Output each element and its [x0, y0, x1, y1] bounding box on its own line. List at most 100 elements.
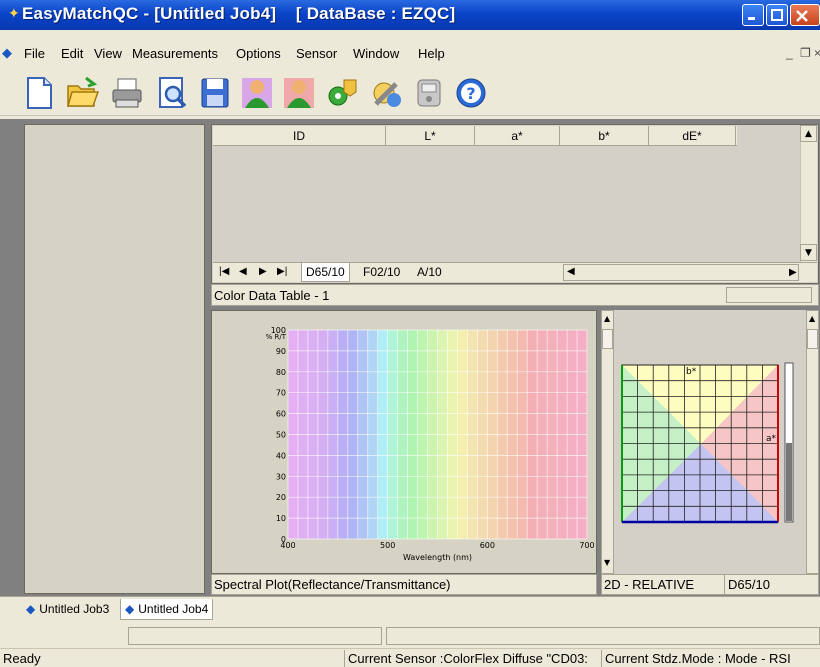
scroll-up-arrow-icon[interactable]: ▲ — [604, 314, 610, 323]
menu-options[interactable]: Options — [236, 46, 281, 61]
plot-caption: Spectral Plot(Reflectance/Transmittance) — [214, 577, 451, 592]
scroll-thumb[interactable] — [807, 329, 818, 349]
y-tick-label: 50 — [276, 431, 286, 440]
document-menu-icon[interactable]: ◆ — [2, 45, 12, 61]
window-title: EasyMatchQC - [Untitled Job4] [ DataBase… — [22, 4, 456, 23]
standard-icon[interactable] — [240, 76, 274, 110]
close-icon — [796, 10, 808, 22]
sheet-tab-d65[interactable]: D65/10 — [301, 263, 350, 282]
scroll-down-arrow-icon[interactable]: ▼ — [800, 244, 817, 261]
y-tick-label: 90 — [276, 347, 286, 356]
color-data-table[interactable]: ID L* a* b* dE* ▲ ▼ |◀ ◀ ▶ ▶| D65/10 F02… — [211, 124, 819, 284]
mdi-close-icon[interactable]: × — [814, 46, 820, 60]
y-axis-label: % R/T — [266, 333, 287, 341]
a-axis-label: a* — [766, 434, 777, 444]
maximize-button[interactable] — [766, 4, 788, 26]
menu-view[interactable]: View — [94, 46, 122, 61]
document-tab-bar: ◆ Untitled Job3 ◆ Untitled Job4 — [0, 596, 820, 623]
doc-tab-label: Untitled Job3 — [39, 602, 110, 616]
print-icon[interactable] — [110, 76, 144, 110]
column-header-b[interactable]: b* — [560, 129, 648, 143]
y-tick-label: 70 — [276, 389, 286, 398]
sheet-tab-strip: |◀ ◀ ▶ ▶| D65/10 F02/10 A/10 ◀ ▶ — [213, 262, 817, 282]
status-row — [0, 623, 820, 647]
ab-2d-plot: b* a* — [621, 362, 794, 524]
table-caption-bar: Color Data Table - 1 — [211, 284, 819, 306]
help-icon[interactable]: ? — [454, 76, 488, 110]
scroll-down-arrow-icon[interactable]: ▼ — [604, 558, 610, 567]
job-tree-pane[interactable] — [24, 124, 205, 594]
print-preview-icon[interactable] — [155, 76, 189, 110]
svg-text:?: ? — [466, 84, 475, 103]
sheet-tab-f02[interactable]: F02/10 — [359, 265, 404, 279]
table-caption: Color Data Table - 1 — [214, 288, 330, 303]
2d-plot-scrollbar[interactable]: ▲ — [806, 310, 819, 574]
y-tick-label: 80 — [276, 368, 286, 377]
sensor-icon[interactable] — [412, 76, 446, 110]
spectral-plot-pane[interactable]: 0 10 20 30 40 50 60 70 80 90 100 400 500 600 700% R/T W… — [211, 310, 597, 574]
plot-vertical-scrollbar[interactable]: ▲ ▼ — [601, 310, 614, 574]
job-icon: ◆ — [26, 602, 36, 616]
status-field — [128, 627, 382, 645]
column-header-de[interactable]: dE* — [649, 129, 735, 143]
menu-window[interactable]: Window — [353, 46, 399, 61]
doc-tab-job3[interactable]: ◆ Untitled Job3 — [22, 599, 113, 620]
x-axis-label: Wavelength (nm) — [403, 553, 472, 562]
sample-icon[interactable] — [282, 76, 316, 110]
b-axis-label: b* — [686, 367, 697, 377]
tools-icon[interactable] — [370, 76, 404, 110]
close-button[interactable] — [790, 4, 820, 26]
illuminant-label: D65/10 — [724, 575, 770, 594]
app-logo-icon[interactable]: ✦ — [8, 6, 20, 22]
status-sensor: Current Sensor :ColorFlex Diffuse "CD03: — [344, 650, 601, 667]
menu-file[interactable]: File — [24, 46, 45, 61]
first-sheet-icon[interactable]: |◀ — [219, 266, 229, 277]
title-bar: ✦ EasyMatchQC - [Untitled Job4] [ DataBa… — [0, 0, 820, 30]
menu-bar: ◆ File Edit View Measurements Options Se… — [0, 44, 820, 64]
status-stdz-mode: Current Stdz.Mode : Mode - RSI — [601, 650, 820, 667]
doc-tab-job4[interactable]: ◆ Untitled Job4 — [120, 599, 214, 620]
new-document-icon[interactable] — [22, 76, 56, 110]
mdi-minimize-icon[interactable]: _ — [786, 46, 793, 60]
column-header-a[interactable]: a* — [475, 129, 559, 143]
menu-edit[interactable]: Edit — [61, 46, 83, 61]
sheet-tab-a10[interactable]: A/10 — [413, 265, 446, 279]
mdi-restore-icon[interactable]: ❐ — [800, 46, 811, 60]
y-tick-label: 60 — [276, 410, 286, 419]
last-sheet-icon[interactable]: ▶| — [277, 266, 287, 277]
open-folder-icon[interactable] — [66, 76, 100, 110]
table-vertical-scrollbar[interactable]: ▲ ▼ — [800, 125, 817, 262]
menu-sensor[interactable]: Sensor — [296, 46, 337, 61]
minimize-icon — [748, 17, 755, 20]
job-icon: ◆ — [125, 602, 135, 616]
y-tick-label: 30 — [276, 472, 286, 481]
toolbar: ? — [0, 70, 820, 116]
prev-sheet-icon[interactable]: ◀ — [239, 266, 247, 277]
scroll-right-arrow-icon[interactable]: ▶ — [789, 267, 797, 278]
lightness-bar-dark — [786, 443, 792, 521]
table-header: ID L* a* b* dE* — [213, 126, 737, 146]
column-divider[interactable] — [735, 126, 736, 146]
status-field — [386, 627, 820, 645]
product-setup-icon[interactable] — [326, 76, 360, 110]
scroll-left-arrow-icon[interactable]: ◀ — [567, 266, 575, 277]
scroll-thumb[interactable] — [602, 329, 613, 349]
spectral-plot-chart: 0102030405060708090100400 500 600 700% R/TW… — [266, 326, 595, 562]
scroll-up-arrow-icon[interactable]: ▲ — [800, 125, 817, 142]
plot-mode-label: 2D - RELATIVE — [604, 577, 695, 592]
scroll-up-arrow-icon[interactable]: ▲ — [809, 314, 815, 323]
table-horizontal-scrollbar[interactable]: ◀ — [563, 264, 799, 281]
menu-measurements[interactable]: Measurements — [132, 46, 218, 61]
2d-caption-bar: 2D - RELATIVE D65/10 — [601, 574, 819, 595]
save-disk-icon[interactable] — [198, 76, 232, 110]
menu-help[interactable]: Help — [418, 46, 445, 61]
caption-status-box — [726, 287, 812, 303]
column-header-l[interactable]: L* — [386, 129, 474, 143]
y-tick-label: 20 — [276, 493, 286, 502]
status-ready: Ready — [3, 651, 41, 666]
next-sheet-icon[interactable]: ▶ — [259, 266, 267, 277]
column-header-id[interactable]: ID — [213, 129, 385, 143]
minimize-button[interactable] — [742, 4, 764, 26]
y-tick-label: 10 — [276, 514, 286, 523]
color-2d-plot-pane[interactable]: b* a* — [614, 310, 806, 574]
